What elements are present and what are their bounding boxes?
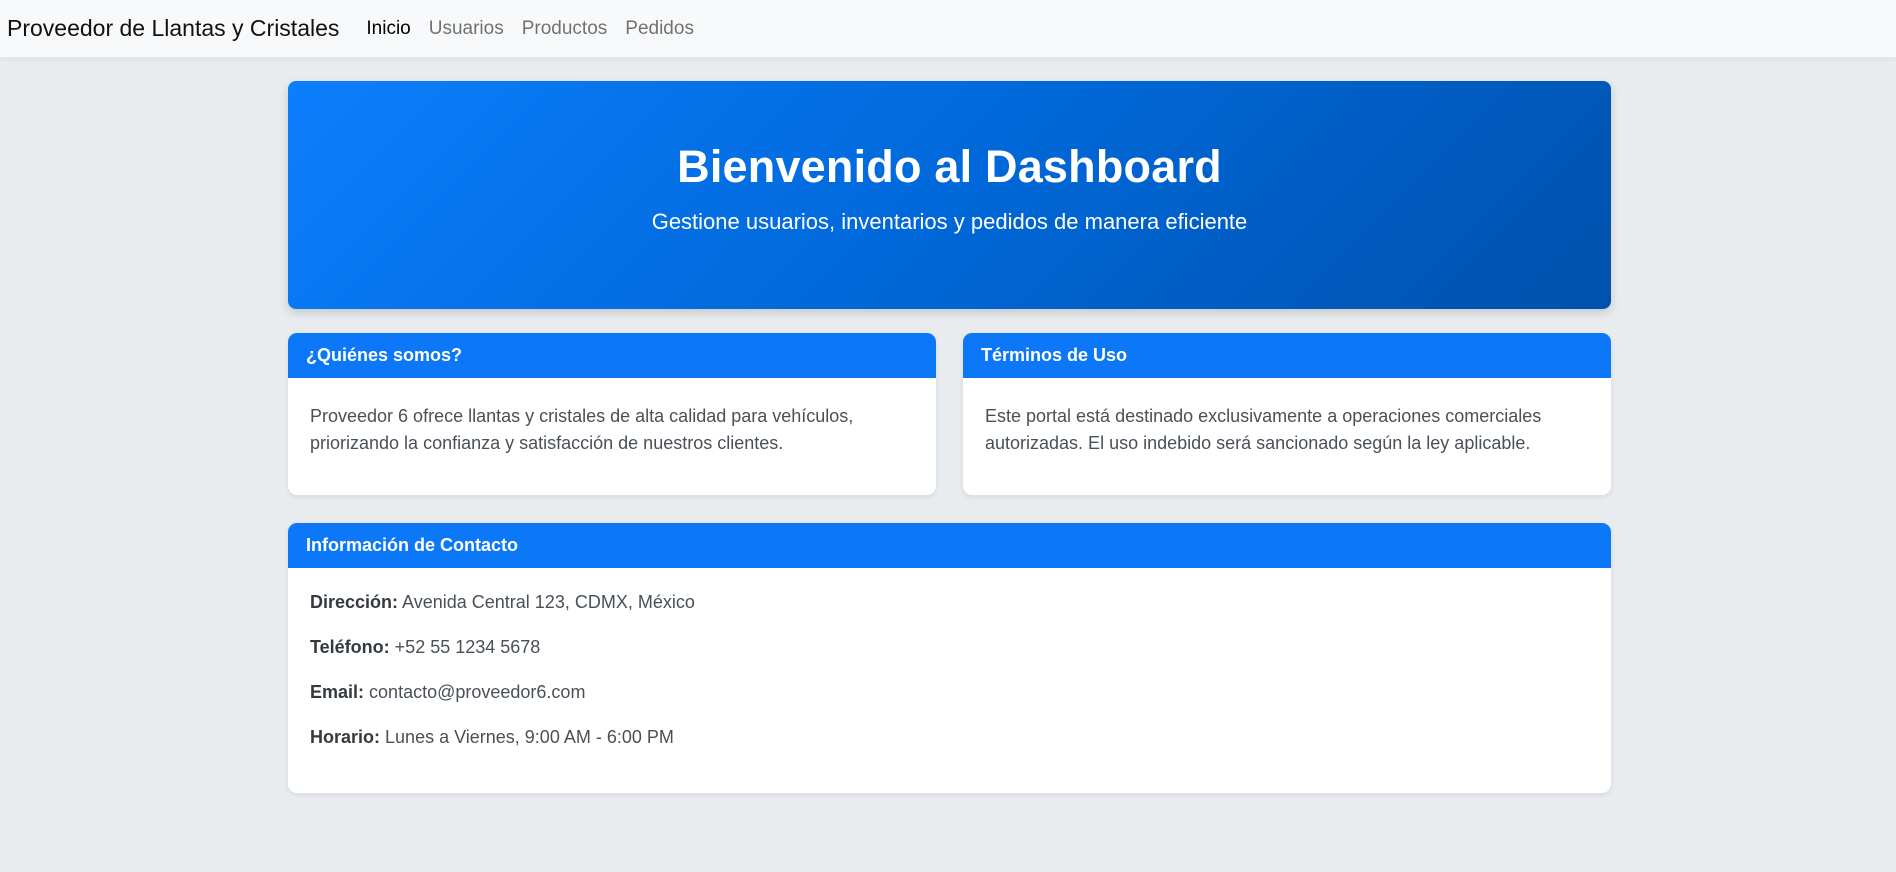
contact-card-body: Dirección: Avenida Central 123, CDMX, Mé… [288, 568, 1611, 792]
navbar-brand[interactable]: Proveedor de Llantas y Cristales [7, 15, 339, 42]
contact-email-label: Email: [310, 682, 365, 702]
contact-phone-label: Teléfono: [310, 637, 390, 657]
hero-subtitle: Gestione usuarios, inventarios y pedidos… [651, 209, 1248, 234]
contact-phone: Teléfono: +52 55 1234 5678 [310, 635, 1589, 660]
nav-links: Inicio Usuarios Productos Pedidos [366, 18, 694, 40]
about-card-body: Proveedor 6 ofrece llantas y cristales d… [310, 406, 854, 453]
about-card-header: ¿Quiénes somos? [288, 333, 936, 378]
contact-card: Información de Contacto Dirección: Aveni… [288, 523, 1611, 793]
contact-phone-value: +52 55 1234 5678 [394, 637, 541, 657]
contact-hours: Horario: Lunes a Viernes, 9:00 AM - 6:00… [310, 725, 1589, 750]
nav-link-productos[interactable]: Productos [522, 18, 608, 40]
info-cards-row: ¿Quiénes somos? Proveedor 6 ofrece llant… [288, 333, 1611, 495]
nav-link-inicio[interactable]: Inicio [366, 18, 410, 40]
terms-card-body: Este portal está destinado exclusivament… [985, 406, 1542, 453]
contact-address-value: Avenida Central 123, CDMX, México [402, 592, 695, 612]
nav-link-pedidos[interactable]: Pedidos [625, 18, 694, 40]
contact-hours-label: Horario: [310, 727, 381, 747]
contact-address: Dirección: Avenida Central 123, CDMX, Mé… [310, 590, 1589, 615]
contact-email: Email: contacto@proveedor6.com [310, 680, 1589, 705]
top-navbar: Proveedor de Llantas y Cristales Inicio … [0, 0, 1896, 58]
contact-address-label: Dirección: [310, 592, 399, 612]
nav-link-usuarios[interactable]: Usuarios [429, 18, 504, 40]
contact-hours-value: Lunes a Viernes, 9:00 AM - 6:00 PM [385, 727, 674, 747]
about-card: ¿Quiénes somos? Proveedor 6 ofrece llant… [288, 333, 936, 495]
main-container: Bienvenido al Dashboard Gestione usuario… [288, 81, 1611, 793]
contact-card-header: Información de Contacto [288, 523, 1611, 568]
contact-email-value: contacto@proveedor6.com [369, 682, 586, 702]
hero-title: Bienvenido al Dashboard [677, 141, 1222, 192]
terms-card: Términos de Uso Este portal está destina… [963, 333, 1611, 495]
terms-card-header: Términos de Uso [963, 333, 1611, 378]
hero-banner: Bienvenido al Dashboard Gestione usuario… [288, 81, 1611, 309]
